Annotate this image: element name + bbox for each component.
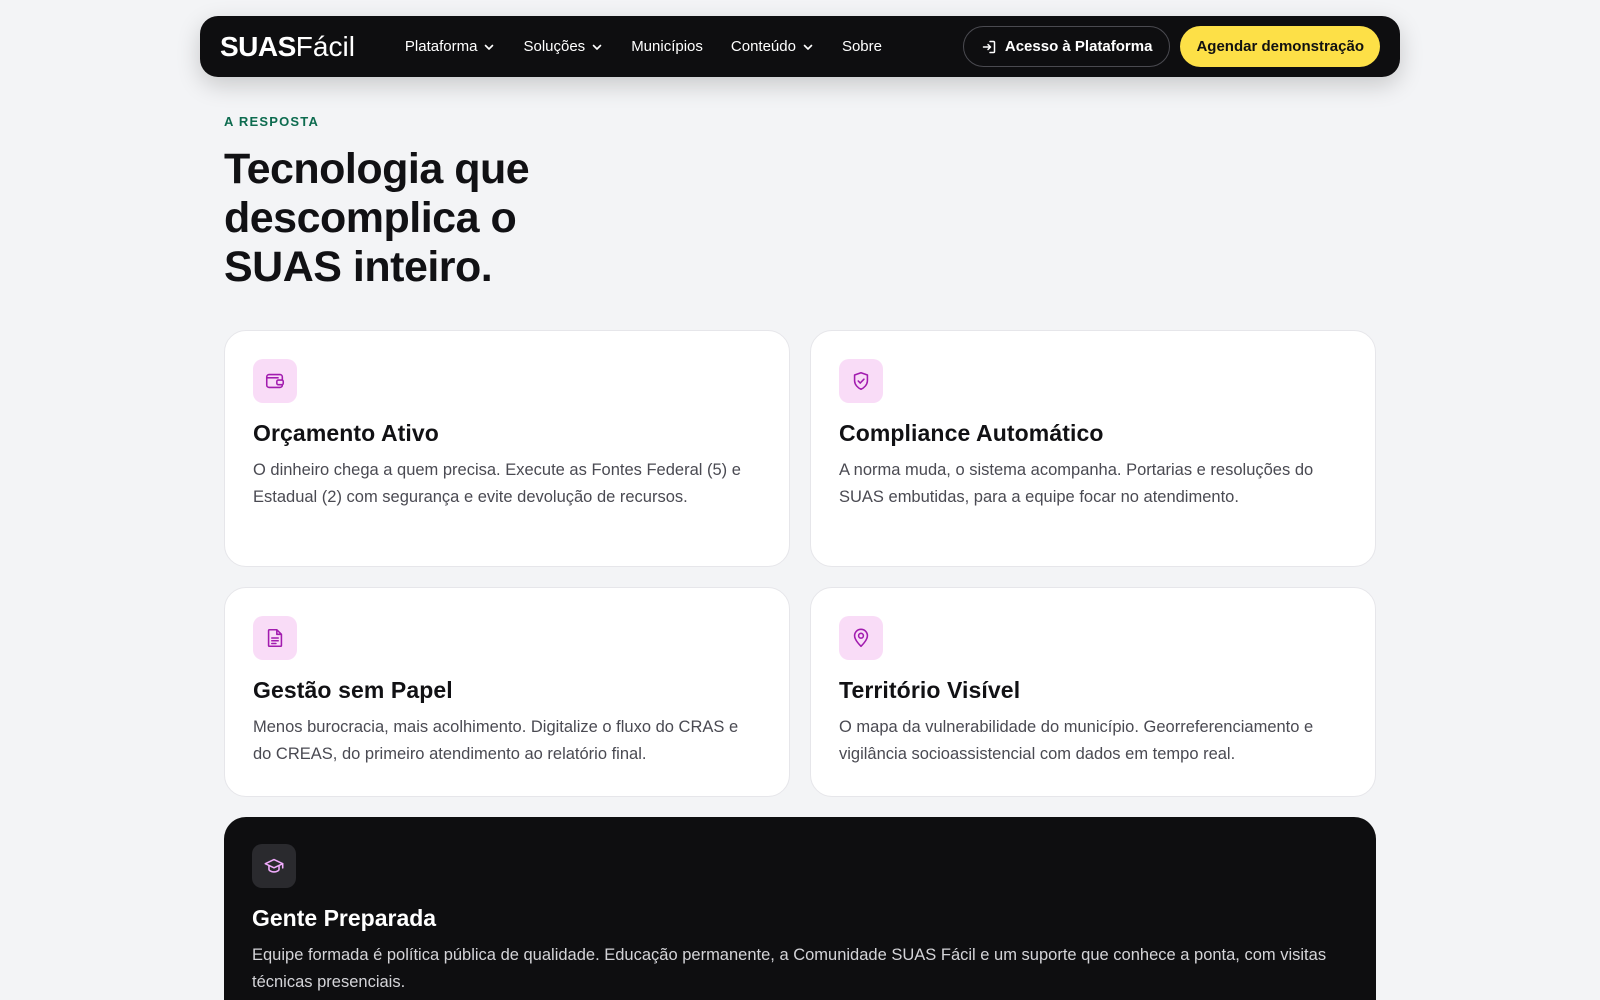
feature-icon-box	[252, 844, 296, 888]
menu-label: Plataforma	[404, 38, 478, 55]
feature-title: Gestão sem Papel	[253, 677, 453, 703]
feature-icon-box	[253, 359, 297, 403]
feature-icon-box	[253, 616, 297, 660]
menu-label: Conteúdo	[730, 38, 796, 55]
section-eyebrow: A RESPOSTA	[224, 114, 320, 129]
nav-actions: Acesso à Plataforma Agendar demonstração	[962, 26, 1380, 67]
schedule-demo-button[interactable]: Agendar demonstração	[1180, 26, 1380, 67]
featured-title: Gente Preparada	[252, 905, 437, 931]
section-title: Tecnologia que descomplica o SUAS inteir…	[224, 145, 530, 291]
chevron-down-icon	[803, 44, 813, 50]
feature-icon-box	[839, 616, 883, 660]
feature-title: Compliance Automático	[839, 420, 1104, 446]
top-navbar: SUAS Fácil Plataforma Soluções Municípios…	[200, 16, 1400, 77]
logo-bold-text: SUAS	[220, 30, 296, 62]
menu-item-plataforma[interactable]: Plataforma	[405, 38, 496, 55]
wallet-icon	[265, 373, 285, 389]
featured-card: Gente Preparada Equipe formada é polític…	[224, 817, 1376, 1000]
document-icon	[267, 628, 283, 648]
feature-description: O mapa da vulnerabilidade do município. …	[839, 718, 1314, 763]
menu-label: Soluções	[523, 38, 586, 55]
featured-description: Equipe formada é política pública de qua…	[252, 946, 1327, 991]
menu-label: Municípios	[631, 38, 703, 55]
menu-item-sobre[interactable]: Sobre	[842, 38, 882, 55]
platform-access-button[interactable]: Acesso à Plataforma	[962, 26, 1171, 67]
menu-item-municipios[interactable]: Municípios	[631, 38, 703, 55]
feature-card: Território Visível O mapa da vulnerabili…	[810, 587, 1376, 797]
menu-item-solucoes[interactable]: Soluções	[523, 38, 603, 55]
menu-label: Sobre	[841, 38, 882, 55]
feature-icon-box	[839, 359, 883, 403]
logo-light-text: Fácil	[295, 30, 355, 62]
shield-check-icon	[853, 371, 869, 391]
menu-item-conteudo[interactable]: Conteúdo	[731, 38, 814, 55]
schedule-demo-label: Agendar demonstração	[1196, 38, 1364, 55]
platform-access-label: Acesso à Plataforma	[1004, 38, 1153, 55]
main-menu: Plataforma Soluções Municípios Conteúdo …	[405, 38, 882, 55]
login-icon	[982, 40, 996, 53]
feature-card: Orçamento Ativo O dinheiro chega a quem …	[224, 330, 790, 567]
feature-card: Gestão sem Papel Menos burocracia, mais …	[224, 587, 790, 797]
feature-title: Território Visível	[839, 677, 1021, 703]
logo[interactable]: SUAS Fácil	[220, 30, 355, 62]
graduation-cap-icon	[264, 858, 284, 873]
chevron-down-icon	[485, 44, 494, 50]
feature-card: Compliance Automático A norma muda, o si…	[810, 330, 1376, 567]
chevron-down-icon	[592, 44, 602, 50]
feature-description: O dinheiro chega a quem precisa. Execute…	[253, 461, 741, 506]
feature-description: A norma muda, o sistema acompanha. Porta…	[839, 461, 1314, 506]
feature-title: Orçamento Ativo	[253, 420, 439, 446]
feature-description: Menos burocracia, mais acolhimento. Digi…	[253, 718, 739, 763]
map-pin-icon	[853, 628, 869, 648]
